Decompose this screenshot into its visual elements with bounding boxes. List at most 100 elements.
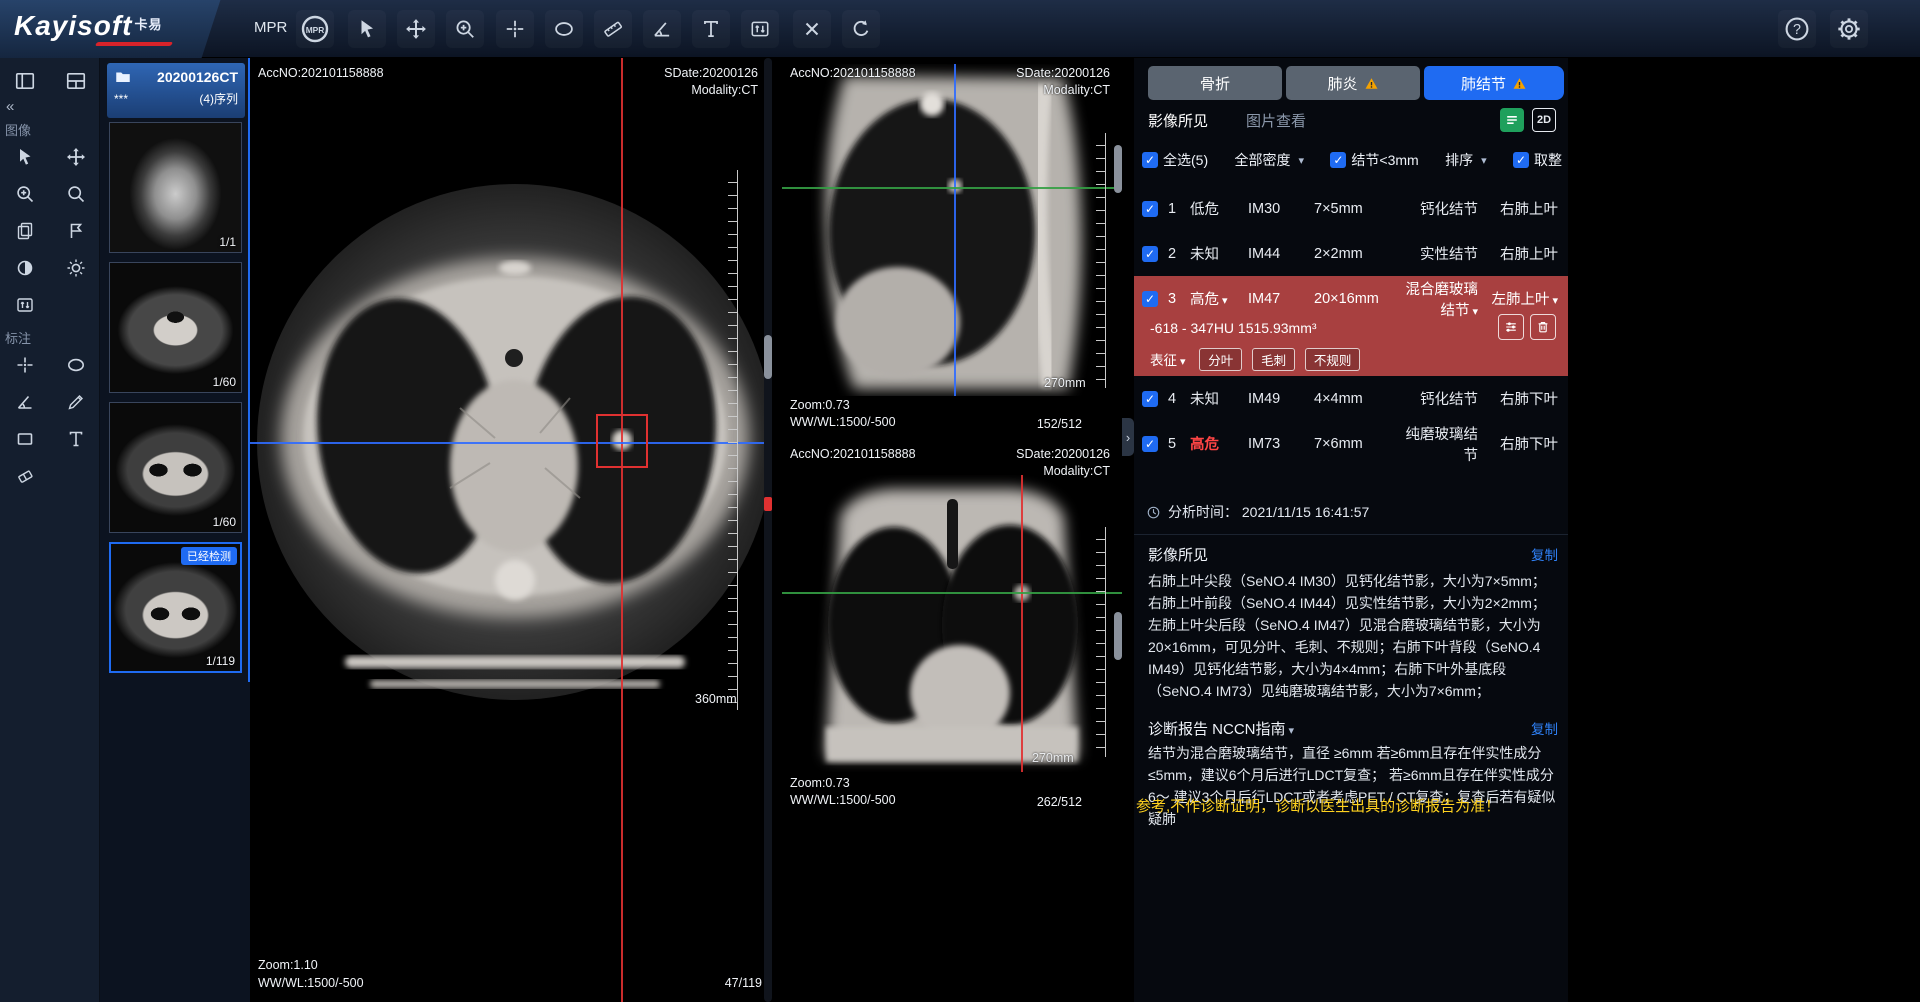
- series-thumbnail-1[interactable]: 1/1: [109, 122, 242, 253]
- nodule-checkbox[interactable]: ✓: [1142, 391, 1158, 407]
- window-level-button[interactable]: [741, 10, 779, 48]
- tab-pneumonia[interactable]: 肺炎: [1286, 66, 1420, 100]
- rect-icon: [15, 429, 35, 449]
- small-nodule-checkbox[interactable]: ✓: [1330, 152, 1346, 168]
- tab-imaging-findings[interactable]: 影像所见: [1148, 110, 1208, 131]
- select-all-checkbox[interactable]: ✓: [1142, 152, 1158, 168]
- compare-button[interactable]: [1498, 314, 1524, 340]
- series-thumbnail-2[interactable]: 1/60: [109, 262, 242, 393]
- sidebar-copy-button[interactable]: [7, 214, 43, 248]
- report-list-button[interactable]: [1500, 108, 1524, 132]
- ellipse-tool-button[interactable]: [545, 10, 583, 48]
- annotate-rect-button[interactable]: [7, 422, 43, 456]
- density-filter-dropdown[interactable]: 全部密度▾: [1235, 150, 1305, 170]
- coronal-scrollbar-handle[interactable]: [1114, 612, 1122, 660]
- axial-scrollbar-track[interactable]: [764, 58, 772, 1002]
- series-panel: 20200126CT *** (4)序列 1/1 1/60 1/60 已经检测 …: [100, 58, 250, 1002]
- nodule-row-2[interactable]: ✓ 2 未知 IM44 2×2mm 实性结节 右肺上叶: [1134, 231, 1568, 276]
- nodule-type-dropdown[interactable]: 混合磨玻璃结节▾: [1404, 278, 1478, 320]
- pan-icon: [405, 18, 427, 40]
- sidebar-contrast-button[interactable]: [7, 251, 43, 285]
- copy-report-link[interactable]: 复制: [1531, 718, 1558, 738]
- nodule-checkbox[interactable]: ✓: [1142, 201, 1158, 217]
- nodule-location-dropdown[interactable]: 左肺上叶▾: [1478, 288, 1558, 309]
- sidebar-pointer-button[interactable]: [7, 140, 43, 174]
- chevron-down-icon[interactable]: ▾: [1289, 725, 1295, 737]
- reset-button[interactable]: [842, 10, 880, 48]
- annotate-crosshair-button[interactable]: [7, 348, 43, 382]
- nodule-row-5[interactable]: ✓ 5 高危 IM73 7×6mm 纯磨玻璃结节 右肺下叶: [1134, 421, 1568, 466]
- delete-nodule-button[interactable]: [1530, 314, 1556, 340]
- gear-icon: [1836, 16, 1862, 42]
- sidebar-search-button[interactable]: [58, 177, 94, 211]
- settings-button[interactable]: [1830, 10, 1868, 48]
- tab-fracture[interactable]: 骨折: [1148, 66, 1282, 100]
- trait-chip[interactable]: 不规则: [1305, 348, 1361, 371]
- nodule-checkbox[interactable]: ✓: [1142, 246, 1158, 262]
- sagittal-study-date: SDate:20200126: [1016, 66, 1110, 80]
- sagittal-scrollbar-handle[interactable]: [1114, 145, 1122, 193]
- collapse-sidebar-button[interactable]: «: [6, 98, 14, 115]
- mpr-layout-button[interactable]: [296, 10, 334, 48]
- tab-lung-nodule[interactable]: 肺结节: [1424, 66, 1564, 100]
- sagittal-accession-number: AccNO:202101158888: [790, 66, 916, 80]
- annotate-ellipse-button[interactable]: [58, 348, 94, 382]
- series-thumbnail-4-active[interactable]: 已经检测 1/119: [109, 542, 242, 673]
- axial-slice-marker: [764, 497, 772, 511]
- axial-accession-number: AccNO:202101158888: [258, 66, 384, 80]
- toggle-2d-button[interactable]: 2D: [1532, 108, 1556, 132]
- nodule-number: 4: [1168, 391, 1190, 407]
- axial-scrollbar-handle[interactable]: [764, 335, 772, 379]
- traits-dropdown[interactable]: 表征▾: [1150, 353, 1186, 368]
- text-tool-button[interactable]: [692, 10, 730, 48]
- axial-viewport[interactable]: AccNO:202101158888 SDate:20200126 Modali…: [250, 58, 772, 1002]
- layout-list-button[interactable]: [7, 64, 43, 98]
- sidebar-pan-button[interactable]: [58, 140, 94, 174]
- sidebar-flag-button[interactable]: [58, 214, 94, 248]
- sort-dropdown[interactable]: 排序▾: [1445, 150, 1487, 170]
- pan-tool-button[interactable]: [397, 10, 435, 48]
- zoom-tool-button[interactable]: [446, 10, 484, 48]
- nodule-row-4[interactable]: ✓ 4 未知 IM49 4×4mm 钙化结节 右肺下叶: [1134, 376, 1568, 421]
- annotate-eraser-button[interactable]: [7, 459, 43, 493]
- select-all-filter[interactable]: ✓ 全选(5): [1142, 150, 1208, 170]
- nodule-row-3-selected[interactable]: ✓ 3 高危▾ IM47 20×16mm 混合磨玻璃结节▾ 左肺上叶▾ -618…: [1134, 276, 1568, 376]
- crosshair-tool-button[interactable]: [496, 10, 534, 48]
- nodule-checkbox[interactable]: ✓: [1142, 291, 1158, 307]
- nodule-checkbox[interactable]: ✓: [1142, 436, 1158, 452]
- ruler-tool-button[interactable]: [594, 10, 632, 48]
- help-button[interactable]: [1778, 10, 1816, 48]
- series-thumbnail-3[interactable]: 1/60: [109, 402, 242, 533]
- annotate-angle-button[interactable]: [7, 385, 43, 419]
- layout-grid-button[interactable]: [58, 64, 94, 98]
- clock-icon: [1146, 505, 1161, 520]
- angle-icon: [15, 392, 35, 412]
- sidebar-zoom-button[interactable]: [7, 177, 43, 211]
- angle-tool-button[interactable]: [643, 10, 681, 48]
- small-nodule-filter[interactable]: ✓结节<3mm: [1330, 150, 1418, 170]
- nodule-type: 实性结节: [1404, 243, 1478, 264]
- pointer-tool-button[interactable]: [348, 10, 386, 48]
- nodule-risk-dropdown[interactable]: 高危▾: [1190, 288, 1248, 309]
- sidebar-brightness-button[interactable]: [58, 251, 94, 285]
- sagittal-viewport[interactable]: AccNO:202101158888 SDate:20200126 Modali…: [782, 58, 1122, 430]
- round-checkbox[interactable]: ✓: [1513, 152, 1529, 168]
- round-filter[interactable]: ✓取整: [1513, 150, 1562, 170]
- trait-chip[interactable]: 毛刺: [1252, 348, 1295, 371]
- delete-annotation-button[interactable]: [793, 10, 831, 48]
- panel-collapse-handle[interactable]: ›: [1122, 418, 1134, 456]
- report-title-text: 诊断报告 NCCN指南: [1148, 721, 1286, 738]
- copy-findings-link[interactable]: 复制: [1531, 544, 1558, 564]
- nodule-row-1[interactable]: ✓ 1 低危 IM30 7×5mm 钙化结节 右肺上叶: [1134, 186, 1568, 231]
- annotate-text-button[interactable]: [58, 422, 94, 456]
- coronal-viewport[interactable]: AccNO:202101158888 SDate:20200126 Modali…: [782, 437, 1122, 1002]
- contrast-icon: [15, 258, 35, 278]
- trait-chip[interactable]: 分叶: [1199, 348, 1242, 371]
- tab-image-view[interactable]: 图片查看: [1246, 110, 1306, 131]
- chevron-down-icon: ▾: [1180, 356, 1186, 368]
- sidebar-window-level-button[interactable]: [7, 288, 43, 322]
- sagittal-window-level: WW/WL:1500/-500: [790, 415, 896, 429]
- select-all-label: 全选(5): [1163, 150, 1208, 170]
- study-header[interactable]: 20200126CT *** (4)序列: [107, 63, 245, 118]
- annotate-pencil-button[interactable]: [58, 385, 94, 419]
